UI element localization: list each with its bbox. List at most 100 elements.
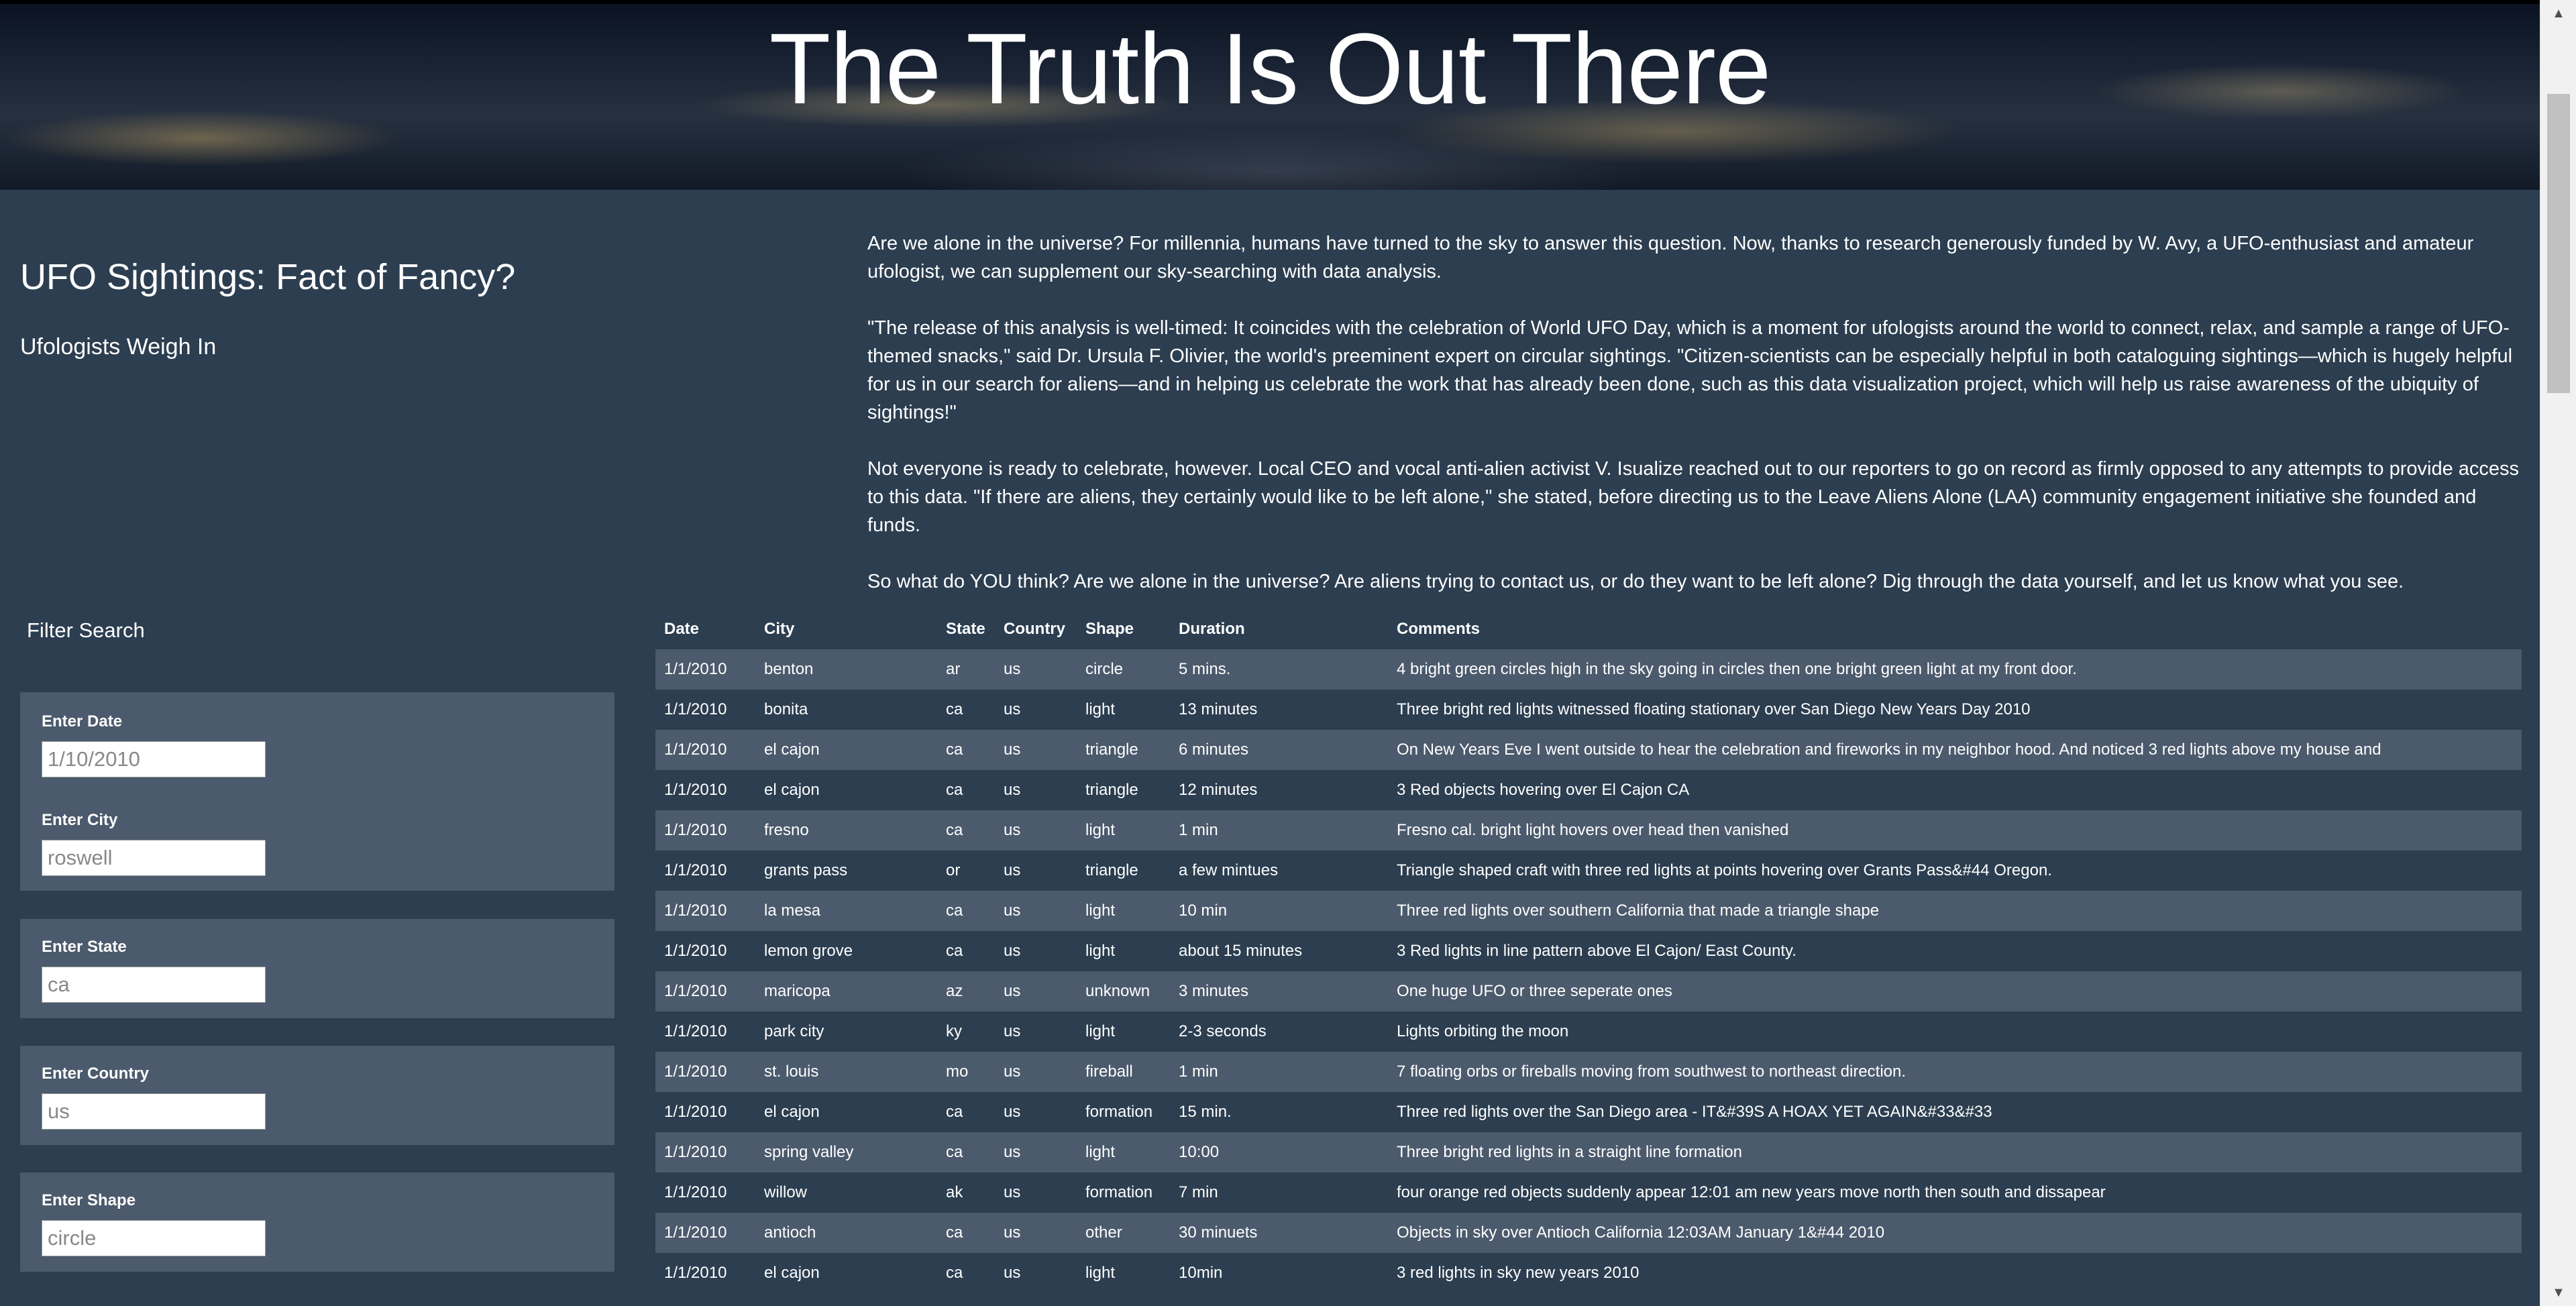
- country-label: Enter Country: [42, 1065, 150, 1083]
- cell-country: us: [1004, 902, 1021, 920]
- cell-city: st. louis: [764, 1063, 819, 1081]
- cell-date: 1/1/2010: [664, 1143, 727, 1161]
- cell-country: us: [1004, 1063, 1021, 1081]
- table-row: 1/1/2010 bonita ca us light 13 minutes Three b…: [655, 690, 2522, 730]
- shape-input[interactable]: [42, 1220, 266, 1256]
- state-label: Enter State: [42, 938, 127, 956]
- cell-state: ca: [946, 741, 963, 759]
- cell-date: 1/1/2010: [664, 861, 727, 879]
- cell-duration: a few mintues: [1179, 861, 1279, 879]
- cell-date: 1/1/2010: [664, 660, 727, 678]
- cell-shape: light: [1085, 821, 1116, 839]
- cell-city: bonita: [764, 700, 808, 718]
- cell-date: 1/1/2010: [664, 1103, 727, 1121]
- cell-shape: light: [1085, 700, 1116, 718]
- cell-country: us: [1004, 660, 1021, 678]
- country-input[interactable]: [42, 1093, 266, 1130]
- cell-shape: unknown: [1085, 982, 1150, 1000]
- table-row: 1/1/2010 fresno ca us light 1 min Fresno cal. …: [655, 810, 2522, 851]
- page-title: The Truth Is Out There: [769, 12, 1772, 125]
- table-row: 1/1/2010 lemon grove ca us light about 15 min…: [655, 931, 2522, 971]
- cell-city: lemon grove: [764, 942, 853, 960]
- cell-duration: 13 minutes: [1179, 700, 1258, 718]
- cell-country: us: [1004, 1223, 1021, 1242]
- cell-city: spring valley: [764, 1143, 854, 1161]
- cell-state: ca: [946, 1143, 963, 1161]
- cell-city: maricopa: [764, 982, 830, 1000]
- intro-subtitle: Ufologists Weigh In: [20, 334, 217, 360]
- cell-duration: 10 min: [1179, 902, 1228, 920]
- cell-state: ca: [946, 821, 963, 839]
- city-input[interactable]: [42, 840, 266, 876]
- table-row: 1/1/2010 antioch ca us other 30 minuets Object…: [655, 1213, 2522, 1253]
- cell-state: ky: [946, 1022, 962, 1040]
- table-row: 1/1/2010 benton ar us circle 5 mins. 4 bright …: [655, 649, 2522, 690]
- scroll-down-arrow-icon[interactable]: ▼: [2540, 1279, 2576, 1306]
- cell-date: 1/1/2010: [664, 942, 727, 960]
- column-header-city: City: [764, 620, 795, 638]
- cell-date: 1/1/2010: [664, 821, 727, 839]
- cell-city: el cajon: [764, 1103, 820, 1121]
- column-header-shape: Shape: [1085, 620, 1134, 638]
- table-row: 1/1/2010 willow ak us formation 7 min four ora…: [655, 1173, 2522, 1213]
- cell-comments: 3 Red lights in line pattern above El Ca…: [1397, 942, 1796, 960]
- cell-comments: Fresno cal. bright light hovers over hea…: [1397, 821, 1789, 839]
- column-header-duration: Duration: [1179, 620, 1245, 638]
- cell-duration: 15 min.: [1179, 1103, 1232, 1121]
- ufo-table-container: Date City State Country Shape Duration C…: [655, 609, 2522, 1293]
- cell-date: 1/1/2010: [664, 1063, 727, 1081]
- cell-city: el cajon: [764, 741, 820, 759]
- scrollbar-thumb[interactable]: [2547, 94, 2570, 393]
- cell-country: us: [1004, 1022, 1021, 1040]
- intro-title: UFO Sightings: Fact of Fancy?: [20, 257, 516, 297]
- table-row: 1/1/2010 st. louis mo us fireball 1 min 7 floa…: [655, 1052, 2522, 1092]
- cell-shape: fireball: [1085, 1063, 1133, 1081]
- cell-city: el cajon: [764, 781, 820, 799]
- table-row: 1/1/2010 maricopa az us unknown 3 minutes One …: [655, 971, 2522, 1012]
- table-row: 1/1/2010 el cajon ca us triangle 6 minutes On …: [655, 730, 2522, 770]
- date-input[interactable]: [42, 741, 266, 777]
- cell-comments: Three bright red lights witnessed floati…: [1397, 700, 2031, 718]
- cell-state: ar: [946, 660, 961, 678]
- cell-date: 1/1/2010: [664, 902, 727, 920]
- cell-country: us: [1004, 942, 1021, 960]
- cell-country: us: [1004, 821, 1021, 839]
- cell-shape: light: [1085, 1022, 1116, 1040]
- cell-duration: 12 minutes: [1179, 781, 1258, 799]
- cell-state: ca: [946, 942, 963, 960]
- cell-state: ak: [946, 1183, 963, 1201]
- cell-country: us: [1004, 781, 1021, 799]
- date-label: Enter Date: [42, 712, 123, 730]
- filter-box-date-city: Enter Date Enter City: [20, 692, 614, 891]
- cell-comments: Objects in sky over Antioch California 1…: [1397, 1223, 1885, 1242]
- article-paragraph: "The release of this analysis is well-ti…: [867, 317, 2513, 423]
- state-input[interactable]: [42, 967, 266, 1003]
- cell-country: us: [1004, 1183, 1021, 1201]
- cell-city: willow: [764, 1183, 808, 1201]
- cell-date: 1/1/2010: [664, 781, 727, 799]
- cell-date: 1/1/2010: [664, 982, 727, 1000]
- cell-comments: 3 red lights in sky new years 2010: [1397, 1264, 1640, 1282]
- table-row: 1/1/2010 el cajon ca us light 10min 3 red ligh…: [655, 1253, 2522, 1293]
- table-row: 1/1/2010 grants pass or us triangle a few min…: [655, 851, 2522, 891]
- cell-duration: 3 minutes: [1179, 982, 1249, 1000]
- cell-city: park city: [764, 1022, 824, 1040]
- table-row: 1/1/2010 spring valley ca us light 10:00 Three…: [655, 1132, 2522, 1173]
- cell-city: fresno: [764, 821, 809, 839]
- page-scrollbar[interactable]: ▲ ▼: [2540, 0, 2576, 1306]
- cell-shape: formation: [1085, 1103, 1153, 1121]
- cell-date: 1/1/2010: [664, 700, 727, 718]
- filter-heading: Filter Search: [27, 618, 145, 642]
- cell-shape: light: [1085, 902, 1116, 920]
- cell-state: ca: [946, 781, 963, 799]
- cell-duration: 2-3 seconds: [1179, 1022, 1267, 1040]
- cell-city: el cajon: [764, 1264, 820, 1282]
- cell-date: 1/1/2010: [664, 1022, 727, 1040]
- cell-duration: 10:00: [1179, 1143, 1220, 1161]
- cell-city: la mesa: [764, 902, 821, 920]
- scroll-up-arrow-icon[interactable]: ▲: [2540, 0, 2576, 27]
- cell-duration: 30 minuets: [1179, 1223, 1258, 1242]
- column-header-state: State: [946, 620, 985, 638]
- column-header-country: Country: [1004, 620, 1065, 638]
- cell-city: antioch: [764, 1223, 816, 1242]
